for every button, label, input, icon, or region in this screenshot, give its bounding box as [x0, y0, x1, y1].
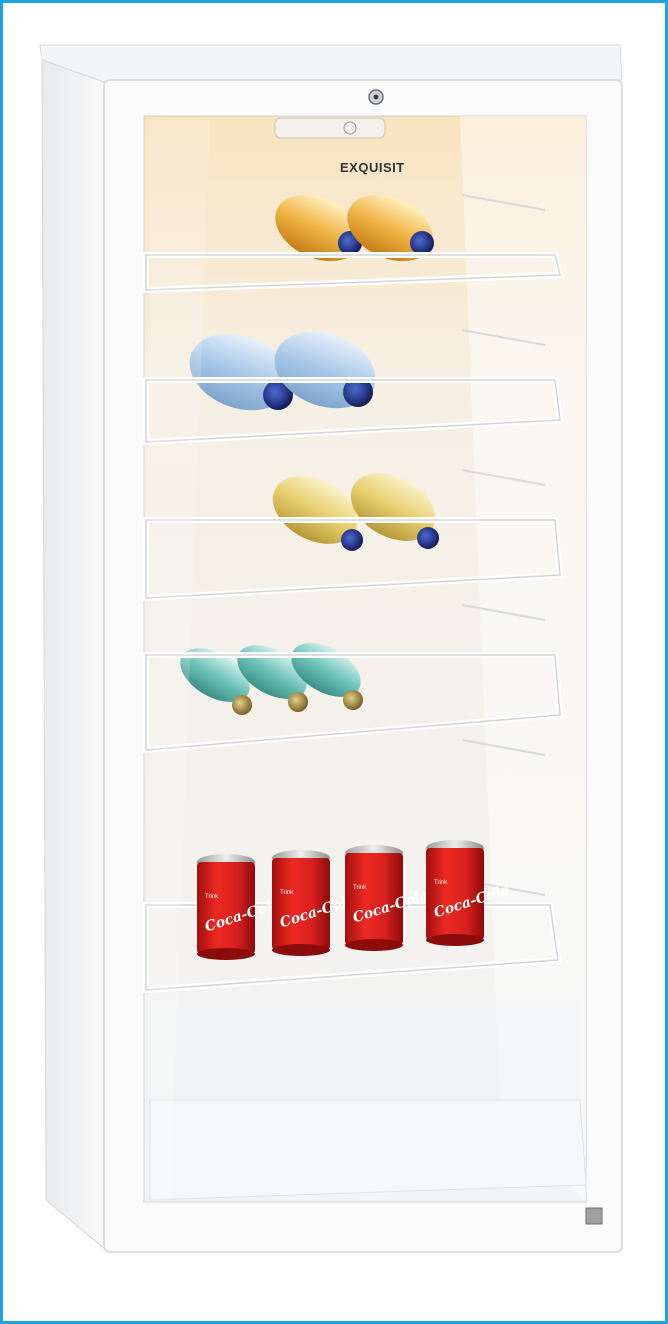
cola-can-1: Trink Coca-Cola — [197, 854, 283, 960]
cola-can-2: Trink Coca-Cola — [272, 850, 358, 956]
can-small-text: Trink — [434, 880, 448, 886]
cans-layer: Trink Coca-Cola Trink Coca-Cola Trink Co… — [150, 120, 512, 1200]
can-small-text: Trink — [205, 894, 219, 900]
can-small-text: Trink — [353, 885, 367, 891]
cola-can-3: Trink Coca-Cola — [345, 845, 431, 951]
cola-can-4: Trink Coca-Cola — [426, 840, 512, 946]
can-small-text: Trink — [280, 890, 294, 896]
